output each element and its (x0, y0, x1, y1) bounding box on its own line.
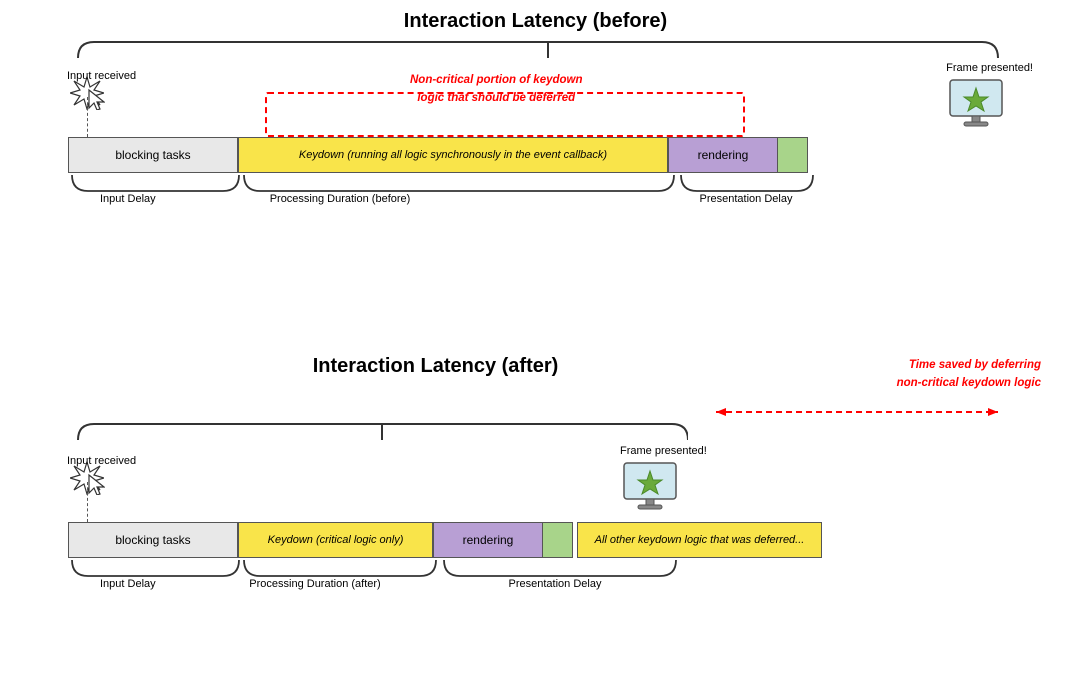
bar-green-bottom (543, 522, 573, 558)
input-delay-brace-bottom (68, 558, 243, 580)
top-title: Interaction Latency (before) (30, 10, 1041, 33)
cursor-top (87, 88, 105, 110)
bar-blocking-bottom: blocking tasks (68, 522, 238, 558)
bar-rendering-top: rendering (668, 137, 778, 173)
processing-brace-bottom (240, 558, 440, 580)
frame-presented-area-bottom: Frame presented! (620, 445, 707, 518)
frame-presented-label-top: Frame presented! (946, 62, 1033, 74)
dashed-vline-top (87, 97, 88, 137)
input-received-label-bottom: Input received (67, 455, 136, 467)
bar-keydown-bottom: Keydown (critical logic only) (238, 522, 433, 558)
bar-rendering-bottom: rendering (433, 522, 543, 558)
presentation-delay-label-bottom: Presentation Delay (509, 578, 602, 590)
frame-presented-label-bottom: Frame presented! (620, 445, 707, 457)
bar-blocking-top: blocking tasks (68, 137, 238, 173)
input-delay-brace-top (68, 173, 243, 195)
processing-brace-top (240, 173, 678, 195)
bottom-title: Interaction Latency (after) (30, 355, 841, 378)
bar-green-top (778, 137, 808, 173)
presentation-delay-label-top: Presentation Delay (700, 193, 793, 205)
bar-deferred-bottom: All other keydown logic that was deferre… (577, 522, 822, 558)
top-diagram: Interaction Latency (before) Input recei… (30, 10, 1041, 320)
dashed-vline-bottom (87, 482, 88, 522)
top-span-brace (68, 38, 1008, 60)
input-delay-label-bottom: Input Delay (100, 578, 156, 590)
processing-label-top: Processing Duration (before) (270, 193, 411, 205)
input-received-label-top: Input received (67, 70, 136, 82)
bottom-bars-row: blocking tasks Keydown (critical logic o… (68, 522, 822, 558)
time-saved-label: Time saved by deferring non-critical key… (897, 355, 1041, 391)
input-delay-label-top: Input Delay (100, 193, 156, 205)
processing-label-bottom: Processing Duration (after) (249, 578, 380, 590)
cursor-bottom (87, 473, 105, 495)
monitor-bottom (620, 461, 680, 513)
non-critical-label-top: Non-critical portion of keydown logic th… (410, 70, 583, 106)
frame-presented-area-top: Frame presented! (946, 62, 1033, 135)
monitor-top (946, 78, 1006, 130)
bottom-span-brace (68, 420, 688, 442)
bar-keydown-top: Keydown (running all logic synchronously… (238, 137, 668, 173)
presentation-brace-bottom (440, 558, 680, 580)
top-bars-row: blocking tasks Keydown (running all logi… (68, 137, 808, 173)
presentation-brace-top (677, 173, 817, 195)
time-saved-arrow (68, 403, 1008, 421)
bottom-diagram: Interaction Latency (after) Time saved b… (30, 355, 1041, 665)
